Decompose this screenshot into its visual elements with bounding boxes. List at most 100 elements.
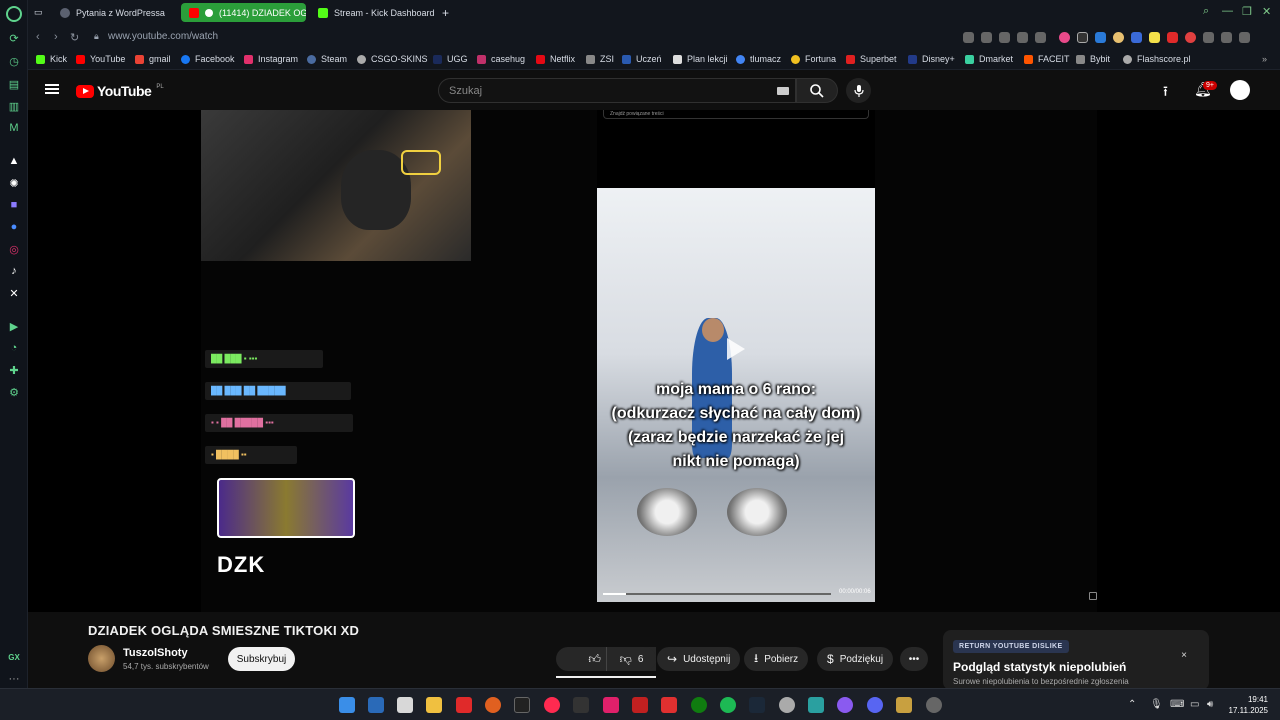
- bookmark-csgo-skins[interactable]: CSGO-SKINS: [357, 54, 428, 64]
- reload-icon[interactable]: ↻: [70, 31, 79, 44]
- refresh-sidebar-icon[interactable]: ⟳: [7, 31, 21, 45]
- history-icon[interactable]: ◷: [7, 54, 21, 68]
- channel-name[interactable]: TuszolShoty: [123, 647, 188, 659]
- bookmark-zsi[interactable]: ZSI: [586, 54, 614, 64]
- app-teal-icon[interactable]: [808, 697, 824, 713]
- back-icon[interactable]: ‹: [36, 31, 40, 43]
- lock-icon[interactable]: 🔒︎: [94, 31, 99, 42]
- bookmark-plan-lekcji[interactable]: Plan lekcji: [673, 54, 728, 64]
- bookmark-kick[interactable]: Kick: [36, 54, 67, 64]
- subscribe-button[interactable]: Subskrybuj: [228, 647, 295, 671]
- play-icon[interactable]: [727, 338, 745, 360]
- mail-icon[interactable]: [368, 697, 384, 713]
- forward-icon[interactable]: ›: [54, 31, 58, 43]
- teams-icon[interactable]: ■: [7, 198, 21, 212]
- avatar[interactable]: [1230, 80, 1250, 100]
- bookmarks-more-icon[interactable]: »: [1262, 54, 1267, 64]
- shield-icon[interactable]: [999, 32, 1010, 43]
- extensions-puzzle-icon[interactable]: [1203, 32, 1214, 43]
- extension-1-icon[interactable]: [1059, 32, 1070, 43]
- bookmark-gmail[interactable]: gmail: [135, 54, 171, 64]
- easy-setup-icon[interactable]: [1239, 32, 1250, 43]
- search-input[interactable]: Szukaj: [438, 78, 796, 103]
- app-dark-icon[interactable]: [573, 697, 589, 713]
- discord-icon[interactable]: [867, 697, 883, 713]
- keyboard-tray-icon[interactable]: ⌨: [1170, 699, 1184, 710]
- folder-icon[interactable]: [426, 697, 442, 713]
- instagram-icon[interactable]: ◎: [7, 242, 21, 256]
- tab-menu-icon[interactable]: ▭: [30, 3, 48, 22]
- close-icon[interactable]: ×: [1181, 650, 1187, 661]
- new-tab-button[interactable]: +: [434, 3, 454, 22]
- send-icon[interactable]: [1017, 32, 1028, 43]
- app-red-icon[interactable]: [456, 697, 472, 713]
- settings-icon[interactable]: ⚙: [7, 385, 21, 399]
- player-icon[interactable]: ▥: [7, 99, 21, 113]
- gx-label[interactable]: GX: [7, 650, 21, 664]
- extension-7-icon[interactable]: [1167, 32, 1178, 43]
- thanks-button[interactable]: $ Podziękuj: [817, 647, 894, 671]
- bookmark-ugg[interactable]: UGG: [433, 54, 468, 64]
- extension-8-icon[interactable]: [1185, 32, 1196, 43]
- search-button[interactable]: [796, 78, 838, 103]
- pin-icon[interactable]: [963, 32, 974, 43]
- url-field[interactable]: www.youtube.com/watch: [108, 31, 218, 42]
- app-pink-icon[interactable]: [603, 697, 619, 713]
- clock-icon[interactable]: ◔: [7, 341, 21, 355]
- bookmark-steam[interactable]: Steam: [307, 54, 347, 64]
- bookmark-fortuna[interactable]: Fortuna: [791, 54, 836, 64]
- opera-logo-icon[interactable]: [6, 6, 22, 22]
- messenger-m-icon[interactable]: M: [7, 121, 21, 135]
- menu-icon[interactable]: [45, 84, 59, 94]
- bookmark-facebook[interactable]: Facebook: [181, 54, 235, 64]
- snapshot-icon[interactable]: [981, 32, 992, 43]
- close-window-icon[interactable]: ✕: [1262, 5, 1271, 18]
- search-tabs-icon[interactable]: ⌕: [1203, 5, 1209, 18]
- bookmark-netflix[interactable]: Netflix: [536, 54, 575, 64]
- extension-4-icon[interactable]: [1113, 32, 1124, 43]
- bookmark-bybit[interactable]: Bybit: [1076, 54, 1110, 64]
- xbox-icon[interactable]: [691, 697, 707, 713]
- keyboard-icon[interactable]: [777, 87, 789, 95]
- bookmark-dmarket[interactable]: Dmarket: [965, 54, 1013, 64]
- minimize-icon[interactable]: —: [1222, 5, 1233, 17]
- messenger-icon[interactable]: [837, 697, 853, 713]
- upload-icon[interactable]: ⭱: [1163, 81, 1168, 105]
- miniplayer-icon[interactable]: [1089, 592, 1097, 600]
- bookmark-faceit[interactable]: FACEIT: [1024, 54, 1070, 64]
- extensions-icon[interactable]: ✚: [7, 363, 21, 377]
- bookmark-casehug[interactable]: casehug: [477, 54, 525, 64]
- extension-5-icon[interactable]: [1131, 32, 1142, 43]
- chatgpt-icon[interactable]: ✺: [7, 176, 21, 190]
- bookmark-flashscore[interactable]: Flashscore.pl: [1123, 54, 1191, 64]
- mic-tray-icon[interactable]: 🎙︎: [1150, 699, 1163, 710]
- network-icon[interactable]: ▭: [1190, 699, 1199, 710]
- extension-6-icon[interactable]: [1149, 32, 1160, 43]
- x-icon[interactable]: ✕: [7, 286, 21, 300]
- store-icon[interactable]: [397, 697, 413, 713]
- bookmark-instagram[interactable]: Instagram: [244, 54, 298, 64]
- twitch-icon[interactable]: ▤: [7, 77, 21, 91]
- volume-icon[interactable]: 🔊︎: [1207, 699, 1213, 710]
- channel-avatar[interactable]: [88, 645, 115, 672]
- speaker-icon[interactable]: [205, 8, 213, 17]
- tray-chevron-icon[interactable]: ⌃: [1128, 699, 1136, 710]
- league-icon[interactable]: [896, 697, 912, 713]
- tab-kick[interactable]: Stream - Kick Dashboard: [310, 3, 438, 22]
- app-x-icon[interactable]: [632, 697, 648, 713]
- download-button[interactable]: ⭳ Pobierz: [744, 647, 809, 671]
- player-sidebar-icon[interactable]: ▶: [7, 319, 21, 333]
- youtube-logo[interactable]: YouTube PL: [76, 83, 164, 99]
- extension-3-icon[interactable]: [1095, 32, 1106, 43]
- more-actions-button[interactable]: •••: [900, 647, 928, 671]
- video-player[interactable]: ██ ███ ▪ ▪▪▪ ██ ███ ██ █████ ▪ ▪ ██ ████…: [28, 110, 1280, 612]
- bookmark-disney[interactable]: Disney+: [908, 54, 955, 64]
- messenger-icon[interactable]: ●: [7, 220, 21, 234]
- download-icon[interactable]: [1221, 32, 1232, 43]
- bookmark-youtube[interactable]: YouTube: [76, 54, 125, 64]
- app-orange-icon[interactable]: [485, 697, 501, 713]
- start-icon[interactable]: [339, 697, 355, 713]
- tiktok-progress-bar[interactable]: [603, 593, 831, 595]
- settings-icon[interactable]: [779, 697, 795, 713]
- aria-icon[interactable]: ▲: [7, 154, 21, 168]
